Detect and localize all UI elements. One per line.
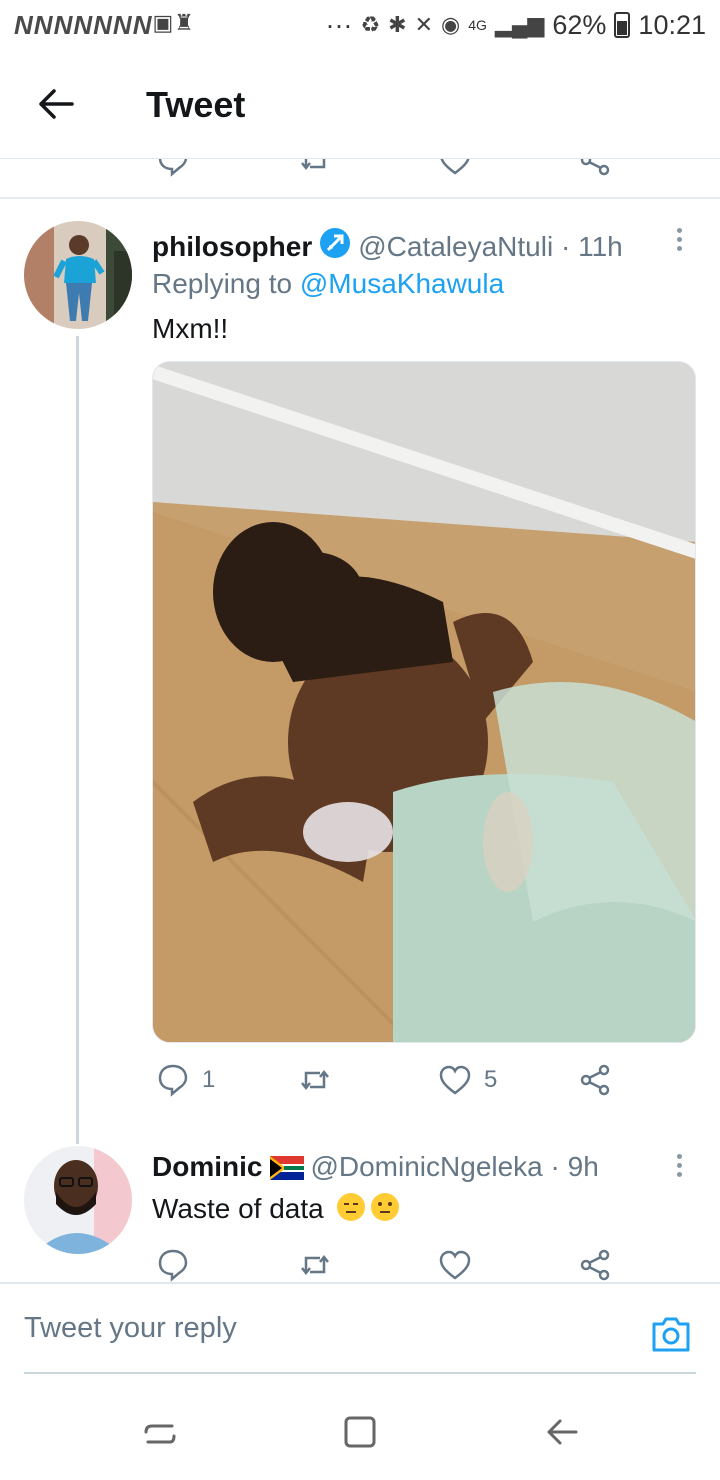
- notification-icon: N: [14, 9, 33, 40]
- more-notifications-icon: ···: [325, 9, 353, 40]
- keyhole-icon: ♜: [174, 9, 194, 35]
- more-icon[interactable]: [672, 224, 686, 264]
- like-button[interactable]: [438, 1248, 472, 1282]
- page-title: Tweet: [146, 84, 246, 125]
- battery-icon: [614, 12, 631, 38]
- tweet-text: Waste of data: [152, 1192, 400, 1225]
- recent-apps-icon[interactable]: [140, 1412, 180, 1452]
- app-header: Tweet: [0, 56, 720, 156]
- tweet-header: philosopher @CataleyaNtuli · 11h: [152, 226, 623, 263]
- back-arrow-icon[interactable]: [36, 84, 76, 124]
- notification-icon: N: [112, 9, 132, 40]
- avatar[interactable]: [24, 221, 132, 329]
- replying-label: Replying to: [152, 268, 293, 299]
- reply-button[interactable]: 1: [156, 1063, 215, 1097]
- system-nav-bar: [0, 1390, 720, 1480]
- tweet-header: Dominic @DominicNgeleka · 9h: [152, 1151, 599, 1183]
- more-icon[interactable]: [672, 1150, 686, 1190]
- tweet-divider: [0, 197, 720, 199]
- clock: 10:21: [638, 9, 706, 40]
- retweet-icon: [301, 1254, 329, 1276]
- flag-icon: [270, 1156, 305, 1180]
- notification-icon: N: [33, 9, 53, 40]
- notification-icon: N: [73, 9, 92, 40]
- retweet-icon[interactable]: [298, 159, 332, 177]
- status-bar: N N N N N N N ▣ ♜ ··· ♻ ✱ ✕ ◉ 4G ▂▄▆ 62%…: [0, 0, 720, 50]
- user-handle[interactable]: @DominicNgeleka: [310, 1151, 542, 1182]
- share-icon: [580, 1249, 610, 1281]
- like-icon: [439, 1065, 471, 1095]
- like-icon[interactable]: [438, 159, 472, 177]
- tweet-text-content: Waste of data: [152, 1193, 324, 1224]
- mute-icon: ✕: [414, 12, 434, 37]
- recycle-icon: ♻: [360, 12, 381, 37]
- network-type: 4G: [468, 17, 487, 33]
- alarm-icon: ◉: [441, 12, 461, 37]
- user-handle[interactable]: @CataleyaNtuli: [358, 231, 553, 262]
- reply-icon[interactable]: [156, 159, 190, 177]
- reply-bar-divider: [0, 1282, 720, 1284]
- tweet-actions: 1 5: [152, 1063, 632, 1103]
- like-count: 5: [484, 1066, 498, 1093]
- notification-icon: N: [53, 9, 73, 40]
- share-icon: [580, 1064, 610, 1096]
- reply-icon: [158, 1064, 188, 1097]
- like-button[interactable]: 5: [438, 1063, 497, 1097]
- system-back-icon[interactable]: [542, 1412, 582, 1452]
- reply-icon: [158, 1249, 188, 1282]
- reply-count: 1: [202, 1066, 216, 1093]
- neutral-face-icon: [370, 1193, 399, 1221]
- display-name[interactable]: Dominic: [152, 1151, 262, 1182]
- tweet-image[interactable]: [152, 361, 696, 1043]
- tweet-time: · 9h: [550, 1151, 599, 1182]
- retweet-button[interactable]: [298, 1063, 332, 1097]
- previous-tweet-actions: [0, 159, 720, 195]
- bluetooth-icon: ✱: [388, 12, 407, 37]
- tweet-text: Mxm!!: [152, 313, 229, 344]
- reply-button[interactable]: [156, 1248, 190, 1282]
- notification-icon: N: [132, 9, 152, 40]
- replying-to: Replying to @MusaKhawula: [152, 268, 504, 300]
- tweet-time: · 11h: [560, 231, 623, 262]
- gallery-icon: ▣: [152, 9, 173, 35]
- display-name[interactable]: philosopher: [152, 231, 312, 262]
- reply-input[interactable]: Tweet your reply: [24, 1312, 624, 1345]
- avatar[interactable]: [24, 1146, 132, 1254]
- like-icon: [439, 1250, 471, 1280]
- signal-icon: ▂▄▆: [494, 12, 545, 37]
- replying-handle-link[interactable]: @MusaKhawula: [300, 268, 504, 299]
- retweet-icon: [301, 1069, 329, 1091]
- reply-input-underline: [24, 1372, 696, 1374]
- expressionless-face-icon: [336, 1193, 365, 1221]
- home-icon[interactable]: [340, 1412, 380, 1452]
- share-button[interactable]: [578, 1248, 612, 1282]
- battery-percent: 62%: [552, 9, 607, 40]
- verified-icon: [320, 228, 351, 258]
- camera-icon[interactable]: [650, 1314, 692, 1354]
- notification-icons: N N N N N N N ▣ ♜: [14, 9, 194, 41]
- notification-icon: N: [93, 9, 112, 40]
- retweet-button[interactable]: [298, 1248, 332, 1282]
- thread-line: [76, 336, 79, 1144]
- share-icon[interactable]: [578, 159, 612, 177]
- share-button[interactable]: [578, 1063, 612, 1097]
